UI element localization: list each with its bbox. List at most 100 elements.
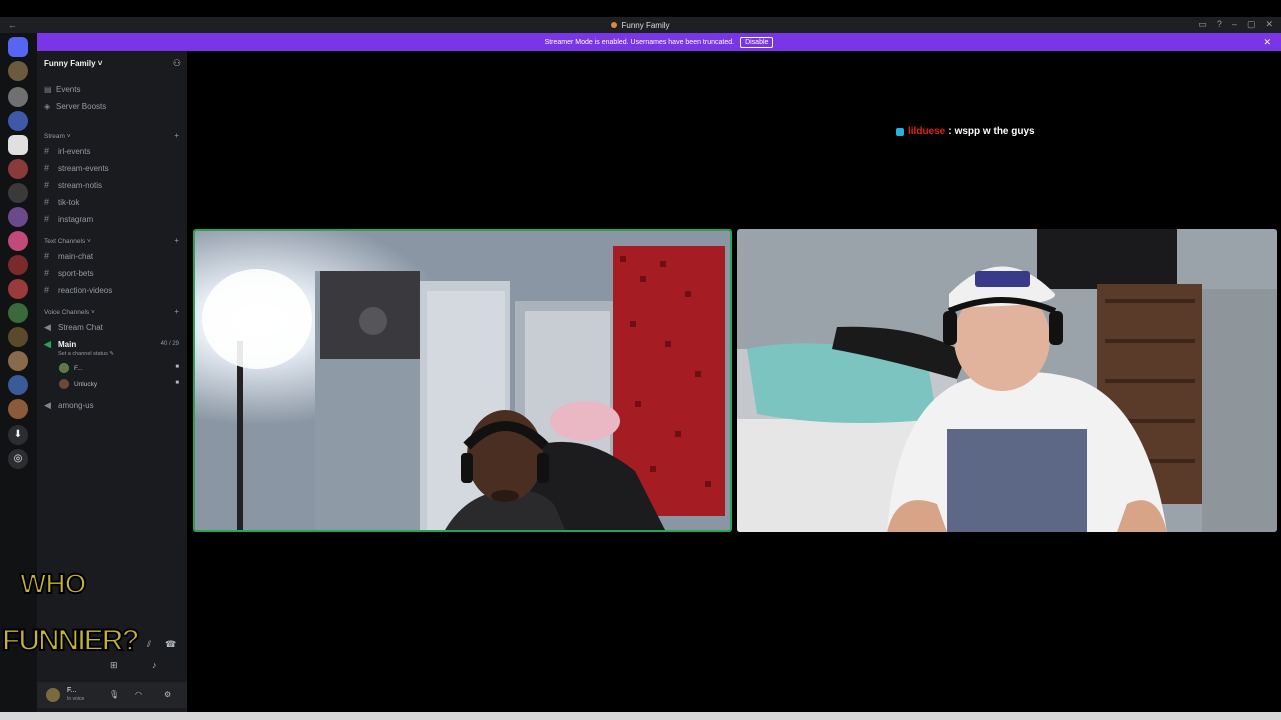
server-icon <box>611 22 618 29</box>
gear-icon[interactable]: ⚙ <box>164 690 171 699</box>
channel-label: reaction-videos <box>58 285 113 295</box>
server-icon[interactable] <box>8 159 28 179</box>
microphone-icon[interactable]: 🎙 <box>109 690 119 699</box>
server-icon[interactable] <box>8 231 28 251</box>
server-icon[interactable] <box>8 183 28 203</box>
soundboard-icon[interactable]: ♪ <box>152 660 157 670</box>
server-icon[interactable] <box>8 303 28 323</box>
maximize-button[interactable]: ▢ <box>1247 19 1256 30</box>
voice-user[interactable]: Unlucky <box>59 379 97 389</box>
headphones-icon[interactable]: ◠ <box>135 690 142 699</box>
close-window-button[interactable]: ✕ <box>1265 19 1273 30</box>
server-icon[interactable] <box>8 327 28 347</box>
video-tile-speaking[interactable] <box>193 229 732 532</box>
camera-icon: ■ <box>175 364 179 370</box>
minimize-button[interactable]: – <box>1232 19 1237 30</box>
avatar <box>59 379 69 389</box>
speaker-icon: ◀ <box>44 339 51 349</box>
avatar[interactable] <box>46 688 60 702</box>
server-icon[interactable] <box>8 61 28 81</box>
add-channel-icon[interactable]: + <box>174 236 179 245</box>
channel-label: sport-bets <box>58 268 94 278</box>
overlay-line-1: WHO <box>19 567 87 600</box>
channel-main-chat[interactable]: # main-chat <box>44 251 93 261</box>
window-controls: ▭ ? – ▢ ✕ <box>1198 19 1273 30</box>
who-funnier-overlay: WHO FUNNIER? <box>1 567 141 673</box>
category-text-channels[interactable]: Text Channels ˅ <box>44 238 91 245</box>
channel-label: Stream Chat <box>58 323 103 332</box>
chat-username: lilduese <box>908 126 946 137</box>
disconnect-icon[interactable]: ☎ <box>165 639 176 650</box>
user-panel: F... In voice 🎙 ◠ ⚙ <box>37 682 187 708</box>
noise-suppression-icon[interactable]: ⫽ <box>147 639 151 650</box>
user-status: In voice <box>67 696 85 702</box>
camera-icon: ■ <box>175 380 179 386</box>
voice-user-count: 40 / 29 <box>160 341 179 347</box>
channel-tik-tok[interactable]: # tik-tok <box>44 197 79 207</box>
hash-icon: # <box>44 251 50 261</box>
add-user-icon[interactable]: ⚇ <box>173 58 181 69</box>
channel-label: stream-notis <box>58 180 103 190</box>
nav-server-boosts[interactable]: ◈ Server Boosts <box>44 102 106 111</box>
channel-label: instagram <box>58 214 94 224</box>
chat-text: wspp w the guys <box>954 126 1035 137</box>
add-channel-icon[interactable]: + <box>174 307 179 316</box>
voice-channel-among-us[interactable]: ◀ among-us <box>44 400 94 411</box>
channel-irl-events[interactable]: # irl-events <box>44 146 90 156</box>
nav-label: Server Boosts <box>56 102 107 111</box>
server-name[interactable]: Funny Family ˅ <box>44 59 102 68</box>
avatar <box>59 363 69 373</box>
channel-instagram[interactable]: # instagram <box>44 214 93 224</box>
video-tile[interactable] <box>737 229 1277 532</box>
webcam-feed-image <box>737 229 1277 532</box>
server-icon[interactable] <box>8 255 28 275</box>
explore-icon[interactable]: ⬇ <box>8 425 28 445</box>
calendar-icon: ▤ <box>44 85 52 94</box>
nav-label: Events <box>56 85 81 94</box>
streamer-mode-banner: Streamer Mode is enabled. Usernames have… <box>37 33 1281 51</box>
channel-label: Main <box>58 340 77 349</box>
channel-status[interactable]: Set a channel status ✎ <box>58 351 114 357</box>
hash-icon: # <box>44 146 50 156</box>
channel-stream-notis[interactable]: # stream-notis <box>44 180 102 190</box>
server-icon[interactable] <box>8 279 28 299</box>
speaker-icon: ◀ <box>44 400 51 410</box>
server-icon[interactable] <box>8 375 28 395</box>
channel-sport-bets[interactable]: # sport-bets <box>44 268 94 278</box>
channel-label: irl-events <box>58 146 91 156</box>
server-icon[interactable] <box>8 111 28 131</box>
server-icon[interactable] <box>8 207 28 227</box>
channel-label: among-us <box>58 401 94 410</box>
server-icon[interactable] <box>8 87 28 107</box>
os-taskbar <box>0 712 1281 720</box>
discover-icon[interactable]: ◎ <box>8 449 28 469</box>
boost-icon: ◈ <box>44 102 51 111</box>
hash-icon: # <box>44 268 50 278</box>
channel-reaction-videos[interactable]: # reaction-videos <box>44 285 112 295</box>
inbox-icon[interactable]: ▭ <box>1198 19 1207 30</box>
hash-icon: # <box>44 285 50 295</box>
server-icon[interactable] <box>8 399 28 419</box>
banner-text: Streamer Mode is enabled. Usernames have… <box>544 38 735 46</box>
banner-close-icon[interactable]: ✕ <box>1263 37 1271 48</box>
chat-separator: : <box>948 126 952 137</box>
overlay-line-2: FUNNIER? <box>1 623 141 658</box>
voice-channel-stream-chat[interactable]: ◀ Stream Chat <box>44 322 103 333</box>
channel-label: stream-events <box>58 163 109 173</box>
nav-events[interactable]: ▤ Events <box>44 85 80 94</box>
category-voice-channels[interactable]: Voice Channels ˅ <box>44 309 95 316</box>
category-stream[interactable]: Stream ˅ <box>44 133 71 140</box>
server-icon[interactable] <box>8 135 28 155</box>
voice-user[interactable]: F... <box>59 363 83 373</box>
voice-channel-main[interactable]: ◀ Main <box>44 339 76 350</box>
channel-stream-events[interactable]: # stream-events <box>44 163 109 173</box>
help-icon[interactable]: ? <box>1217 19 1222 30</box>
channel-label: tik-tok <box>58 197 80 207</box>
add-channel-icon[interactable]: + <box>174 131 179 140</box>
disable-streamer-mode-button[interactable]: Disable <box>740 36 774 48</box>
hash-icon: # <box>44 163 50 173</box>
user-name: F... <box>67 687 77 694</box>
discord-home-icon[interactable] <box>8 37 28 57</box>
server-icon[interactable] <box>8 351 28 371</box>
chat-badge-icon <box>896 127 904 136</box>
